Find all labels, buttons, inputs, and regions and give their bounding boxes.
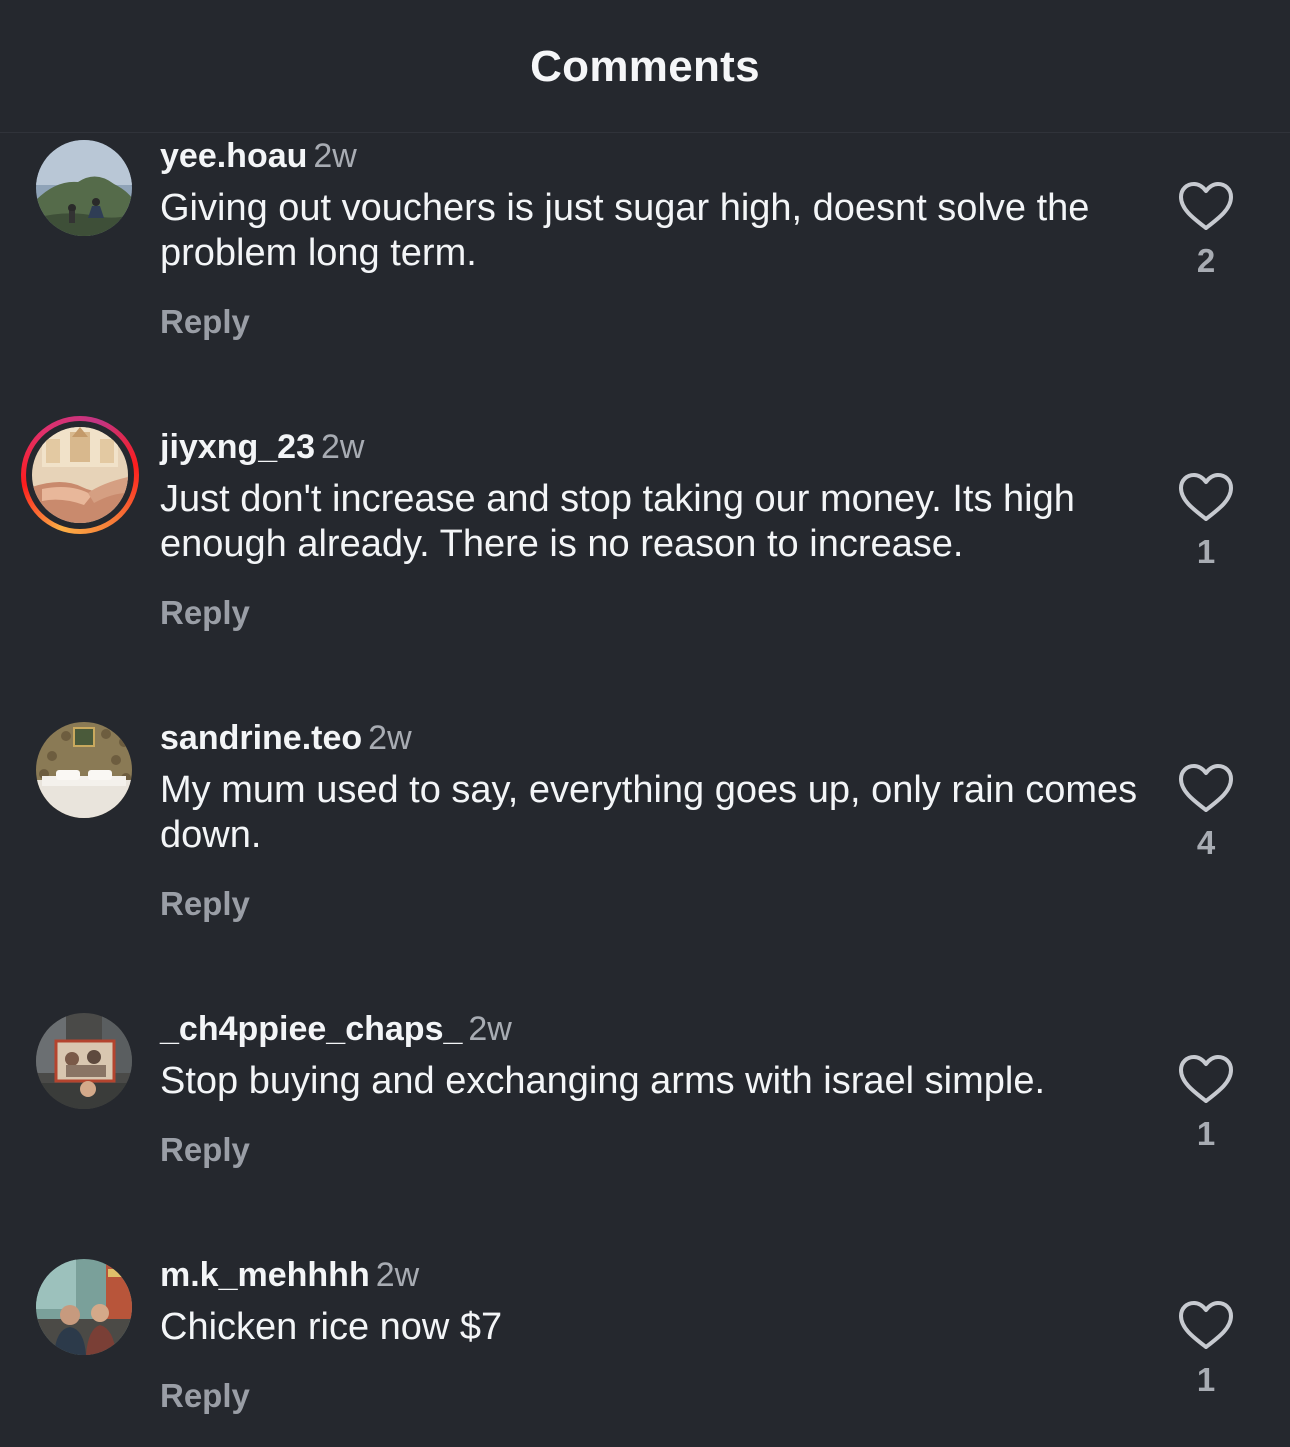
like-container: 4: [1176, 762, 1236, 862]
like-count: 1: [1196, 533, 1216, 570]
comment-meta: yee.hoau 2w: [160, 136, 357, 176]
reply-button[interactable]: Reply: [160, 1377, 250, 1415]
timestamp: 2w: [368, 719, 412, 757]
timestamp: 2w: [375, 1256, 420, 1294]
page-title: Comments: [530, 42, 760, 91]
reply-button[interactable]: Reply: [160, 1131, 250, 1169]
story-ring[interactable]: [21, 416, 139, 534]
avatar[interactable]: [36, 140, 132, 236]
avatar[interactable]: [36, 1013, 132, 1109]
comments-header: Comments: [0, 0, 1290, 133]
like-count: 2: [1196, 242, 1216, 279]
comment-text: Chicken rice now $7: [160, 1306, 503, 1348]
username[interactable]: yee.hoau: [160, 137, 307, 175]
comment-meta: sandrine.teo 2w: [160, 718, 412, 758]
comment-meta: jiyxng_23 2w: [160, 427, 364, 467]
timestamp: 2w: [320, 428, 365, 466]
username[interactable]: _ch4ppiee_chaps_: [160, 1010, 462, 1048]
comment-meta: _ch4ppiee_chaps_ 2w: [160, 1009, 512, 1049]
comment-meta: m.k_mehhhh 2w: [160, 1255, 419, 1295]
comment-text: Just don't increase and stop taking our …: [160, 478, 1075, 565]
username[interactable]: m.k_mehhhh: [160, 1256, 370, 1294]
comment-text: Giving out vouchers is just sugar high, …: [160, 187, 1090, 274]
reply-button[interactable]: Reply: [160, 303, 250, 341]
timestamp: 2w: [313, 137, 357, 175]
reply-button[interactable]: Reply: [160, 885, 250, 923]
heart-outline-icon[interactable]: [1177, 1053, 1235, 1105]
heart-outline-icon[interactable]: [1177, 1299, 1235, 1351]
heart-outline-icon[interactable]: [1177, 471, 1235, 523]
like-count: 1: [1196, 1361, 1216, 1398]
like-count: 4: [1196, 824, 1216, 861]
like-container: 1: [1176, 1299, 1236, 1399]
username[interactable]: sandrine.teo: [160, 719, 362, 757]
reply-button[interactable]: Reply: [160, 594, 250, 632]
heart-outline-icon[interactable]: [1177, 180, 1235, 232]
like-container: 1: [1176, 471, 1236, 571]
avatar[interactable]: [32, 427, 128, 523]
comment-text: Stop buying and exchanging arms with isr…: [160, 1060, 1046, 1102]
avatar[interactable]: [36, 1259, 132, 1355]
avatar[interactable]: [36, 722, 132, 818]
like-count: 1: [1196, 1115, 1216, 1152]
heart-outline-icon[interactable]: [1177, 762, 1235, 814]
timestamp: 2w: [468, 1010, 512, 1048]
like-container: 2: [1176, 180, 1236, 280]
username[interactable]: jiyxng_23: [160, 428, 315, 466]
comment-text: My mum used to say, everything goes up, …: [160, 769, 1138, 856]
like-container: 1: [1176, 1053, 1236, 1153]
